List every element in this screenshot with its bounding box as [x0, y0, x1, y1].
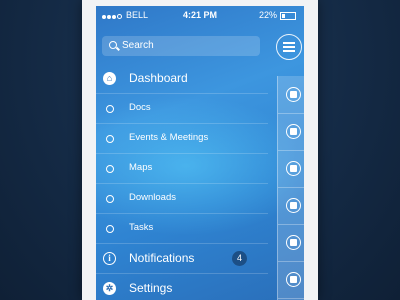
collapsed-icon-rail	[277, 76, 304, 300]
bullet-icon	[106, 165, 114, 173]
menu-item-docs[interactable]: Docs	[96, 94, 268, 124]
menu-item-tasks[interactable]: Tasks	[96, 214, 268, 244]
search-placeholder: Search	[122, 40, 154, 51]
menu-item-notifications[interactable]: i Notifications 4	[96, 244, 268, 274]
menu-item-label: Maps	[129, 162, 153, 173]
menu-item-label: Settings	[129, 281, 173, 295]
menu-toggle-button[interactable]	[276, 34, 302, 60]
battery-icon	[280, 11, 296, 20]
app-screen: BELL 4:21 PM 22% Search ⌂ Dashboard Docs…	[96, 6, 304, 300]
bullet-icon	[106, 225, 114, 233]
menu-item-settings[interactable]: ✲ Settings	[96, 274, 268, 300]
briefcase-icon	[286, 272, 301, 287]
window-icon	[286, 87, 301, 102]
map-pin-icon	[286, 161, 301, 176]
rail-item-window[interactable]	[278, 76, 304, 114]
menu-item-label: Tasks	[129, 222, 154, 233]
menu-item-events-meetings[interactable]: Events & Meetings	[96, 124, 268, 154]
menu-item-label: Docs	[129, 102, 151, 113]
home-icon: ⌂	[103, 72, 116, 85]
bullet-icon	[106, 105, 114, 113]
menu-item-maps[interactable]: Maps	[96, 154, 268, 184]
gear-icon: ✲	[103, 282, 116, 295]
rail-item-calendar[interactable]	[278, 113, 304, 151]
rail-item-cloud[interactable]	[278, 187, 304, 225]
rail-item-tasks[interactable]	[278, 224, 304, 262]
battery-status: 22%	[259, 10, 296, 20]
battery-percent: 22%	[258, 10, 277, 20]
check-icon	[286, 235, 301, 250]
info-icon: i	[103, 252, 116, 265]
search-icon	[109, 41, 117, 49]
rail-item-map[interactable]	[278, 150, 304, 188]
menu-item-downloads[interactable]: Downloads	[96, 184, 268, 214]
bullet-icon	[106, 195, 114, 203]
status-bar: BELL 4:21 PM 22%	[96, 6, 304, 24]
menu-item-label: Dashboard	[129, 71, 188, 85]
menu-item-label: Downloads	[129, 192, 176, 203]
menu-item-label: Notifications	[129, 251, 195, 265]
rail-item-briefcase[interactable]	[278, 261, 304, 299]
calendar-icon	[286, 124, 301, 139]
cloud-icon	[286, 198, 301, 213]
menu-item-label: Events & Meetings	[129, 132, 209, 143]
bullet-icon	[106, 135, 114, 143]
notification-count-badge: 4	[232, 251, 247, 266]
menu-item-dashboard[interactable]: ⌂ Dashboard	[96, 64, 268, 94]
search-field[interactable]: Search	[102, 36, 260, 56]
